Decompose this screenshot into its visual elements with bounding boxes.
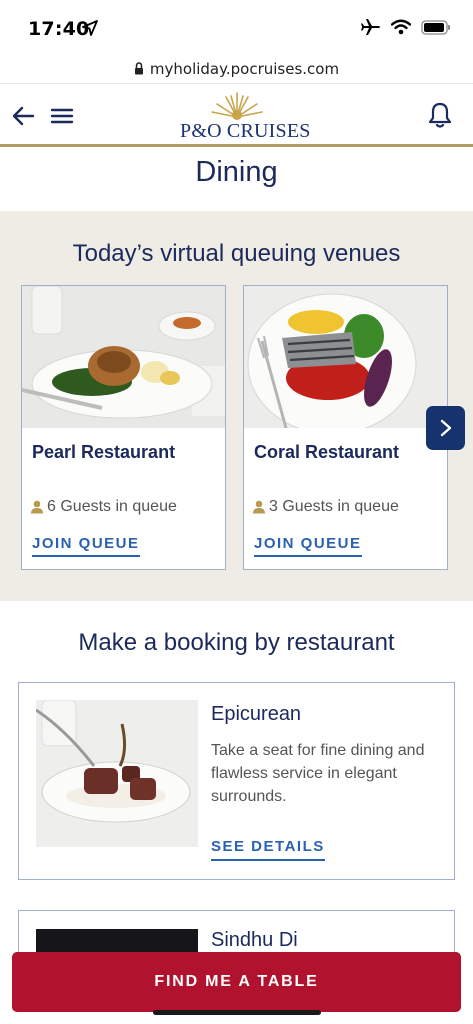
bell-icon[interactable] <box>427 101 453 129</box>
airplane-icon <box>361 19 380 35</box>
sunburst-logo-icon <box>211 92 263 120</box>
restaurant-name: Sindhu Di <box>211 929 298 951</box>
battery-icon <box>421 19 450 35</box>
queue-count-text: 6 Guests in queue <box>47 498 177 515</box>
queue-heading: Today’s virtual queuing venues <box>72 240 401 267</box>
lock-icon <box>134 62 143 75</box>
see-details-button[interactable]: SEE DETAILS <box>211 838 325 861</box>
home-indicator <box>153 1010 321 1015</box>
venue-name: Coral Restaurant <box>254 442 400 462</box>
join-queue-button[interactable]: JOIN QUEUE <box>254 535 362 557</box>
venue-card-pearl[interactable]: Pearl Restaurant 6 Guests in queue JOIN … <box>21 285 226 570</box>
restaurant-description: Take a seat for fine dining and flawless… <box>211 742 425 805</box>
find-me-a-table-button[interactable]: FIND ME A TABLE <box>12 952 461 1012</box>
status-time: 17:40 <box>28 18 90 40</box>
coral-dish-image <box>244 286 447 428</box>
epicurean-dish-image <box>36 700 198 847</box>
url-text: myholiday.pocruises.com <box>149 59 340 78</box>
page-title: Dining <box>195 156 278 188</box>
status-bar: 17:40 <box>0 0 473 54</box>
menu-icon[interactable] <box>50 105 74 127</box>
venue-card-coral[interactable]: Coral Restaurant 3 Guests in queue JOIN … <box>243 285 448 570</box>
po-cruises-logo[interactable]: P&O CRUISES <box>180 91 311 143</box>
chevron-right-icon <box>440 419 451 437</box>
restaurant-name: Epicurean <box>211 703 302 725</box>
queue-count: 3 Guests in queue <box>252 498 399 516</box>
join-queue-button[interactable]: JOIN QUEUE <box>32 535 140 557</box>
carousel-next-button[interactable] <box>426 406 465 450</box>
venue-name: Pearl Restaurant <box>32 442 176 462</box>
booking-heading: Make a booking by restaurant <box>78 629 395 656</box>
person-icon <box>31 500 43 514</box>
wifi-icon <box>391 19 411 35</box>
virtual-queue-section: Today’s virtual queuing venues Pearl Res… <box>0 211 473 601</box>
location-arrow-icon <box>82 20 98 36</box>
back-arrow-icon[interactable] <box>10 104 36 128</box>
logo-text: P&O CRUISES <box>180 120 311 142</box>
pearl-dish-image <box>22 286 225 428</box>
queue-count: 6 Guests in queue <box>30 498 177 516</box>
browser-url-bar[interactable]: myholiday.pocruises.com <box>0 54 473 84</box>
restaurant-card-epicurean[interactable]: Epicurean Take a seat for fine dining an… <box>18 682 455 880</box>
top-navigation: P&O CRUISES <box>0 85 473 147</box>
person-icon <box>253 500 265 514</box>
queue-count-text: 3 Guests in queue <box>269 498 399 515</box>
